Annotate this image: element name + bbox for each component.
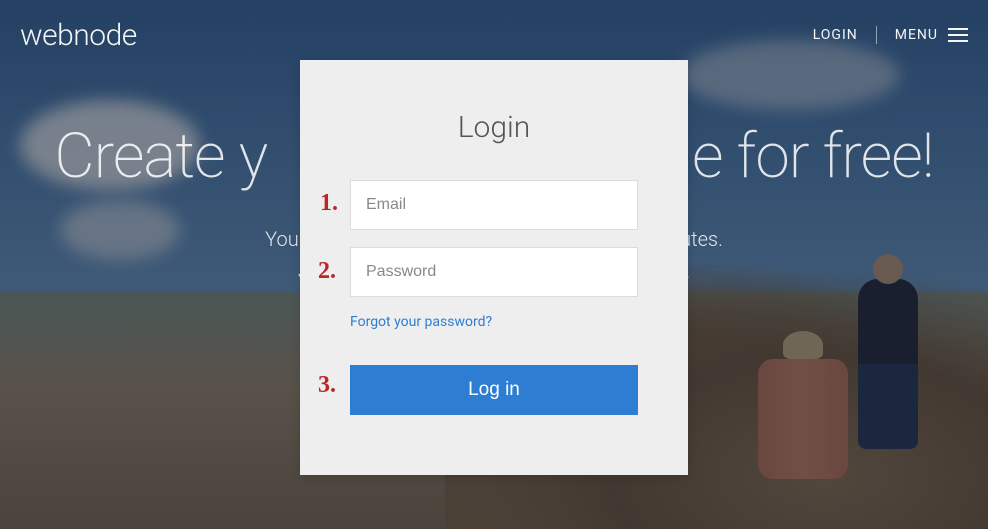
hero-title-right: e for free! xyxy=(692,120,934,193)
header-right: LOGIN MENU xyxy=(813,26,968,44)
hamburger-icon xyxy=(948,28,968,42)
login-modal: Login Forgot your password? Log in xyxy=(300,60,688,475)
header-menu-button[interactable]: MENU xyxy=(895,27,968,43)
hero-title-left: Create y xyxy=(54,120,267,193)
header-login-link[interactable]: LOGIN xyxy=(813,27,858,43)
brand-logo[interactable]: webnode xyxy=(20,18,137,53)
email-field[interactable] xyxy=(350,180,638,230)
header-divider xyxy=(876,26,877,44)
forgot-password-link[interactable]: Forgot your password? xyxy=(350,314,638,330)
password-field[interactable] xyxy=(350,247,638,297)
login-modal-title: Login xyxy=(350,110,638,145)
header-menu-label: MENU xyxy=(895,27,938,43)
login-button[interactable]: Log in xyxy=(350,365,638,415)
